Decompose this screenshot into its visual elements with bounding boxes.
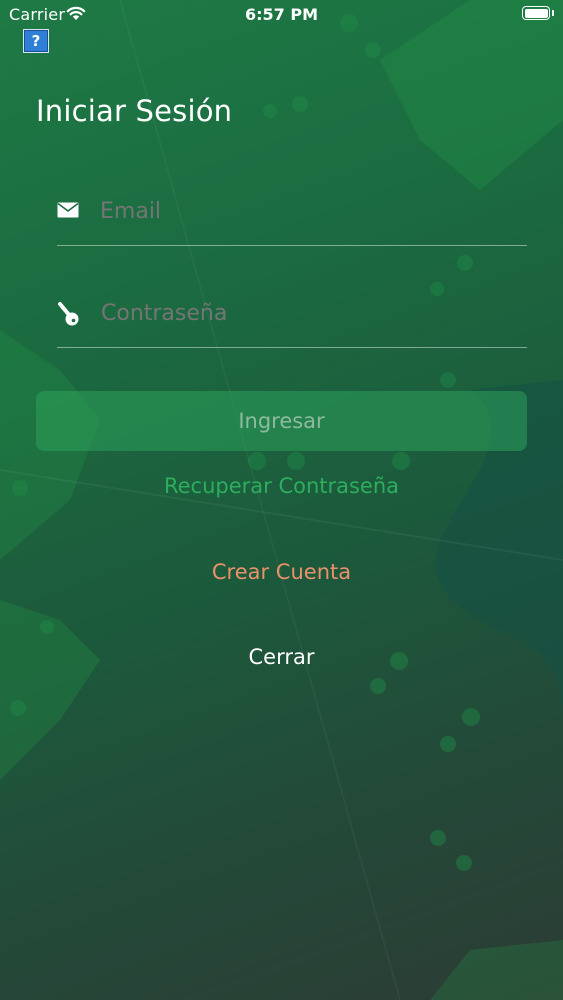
status-bar: Carrier 6:57 PM	[0, 0, 563, 30]
background-dot	[440, 372, 456, 388]
battery-icon	[522, 6, 550, 20]
background-dot	[370, 678, 386, 694]
envelope-icon	[57, 202, 79, 222]
login-screen: Carrier 6:57 PM ? Iniciar Sesión Email I…	[0, 0, 563, 1000]
password-input[interactable]	[101, 301, 511, 326]
clock: 6:57 PM	[244, 5, 318, 24]
background-dot	[248, 452, 266, 470]
password-field[interactable]	[57, 287, 527, 348]
close-button[interactable]: Cerrar	[0, 645, 563, 669]
page-title: Iniciar Sesión	[36, 94, 233, 128]
background-dot	[10, 700, 26, 716]
background-dot	[456, 855, 472, 871]
key-icon	[57, 302, 81, 332]
email-field[interactable]	[57, 185, 527, 246]
background-dot	[457, 255, 473, 271]
login-button[interactable]: Ingresar	[36, 391, 527, 451]
background-dot	[287, 452, 305, 470]
background-dot	[392, 452, 410, 470]
email-input[interactable]	[100, 199, 510, 224]
background-dot	[40, 620, 54, 634]
battery-level	[524, 8, 548, 18]
background-dot	[440, 736, 456, 752]
background-dot	[292, 96, 308, 112]
recover-password-link[interactable]: Recuperar Contraseña	[0, 474, 563, 498]
background-dot	[462, 708, 480, 726]
battery-tip	[552, 10, 554, 16]
create-account-link[interactable]: Crear Cuenta	[0, 560, 563, 584]
background-dot	[365, 42, 381, 58]
background-dot	[430, 830, 446, 846]
background-dot	[263, 104, 277, 118]
background-pattern	[0, 0, 563, 1000]
help-button[interactable]: ?	[23, 29, 49, 53]
